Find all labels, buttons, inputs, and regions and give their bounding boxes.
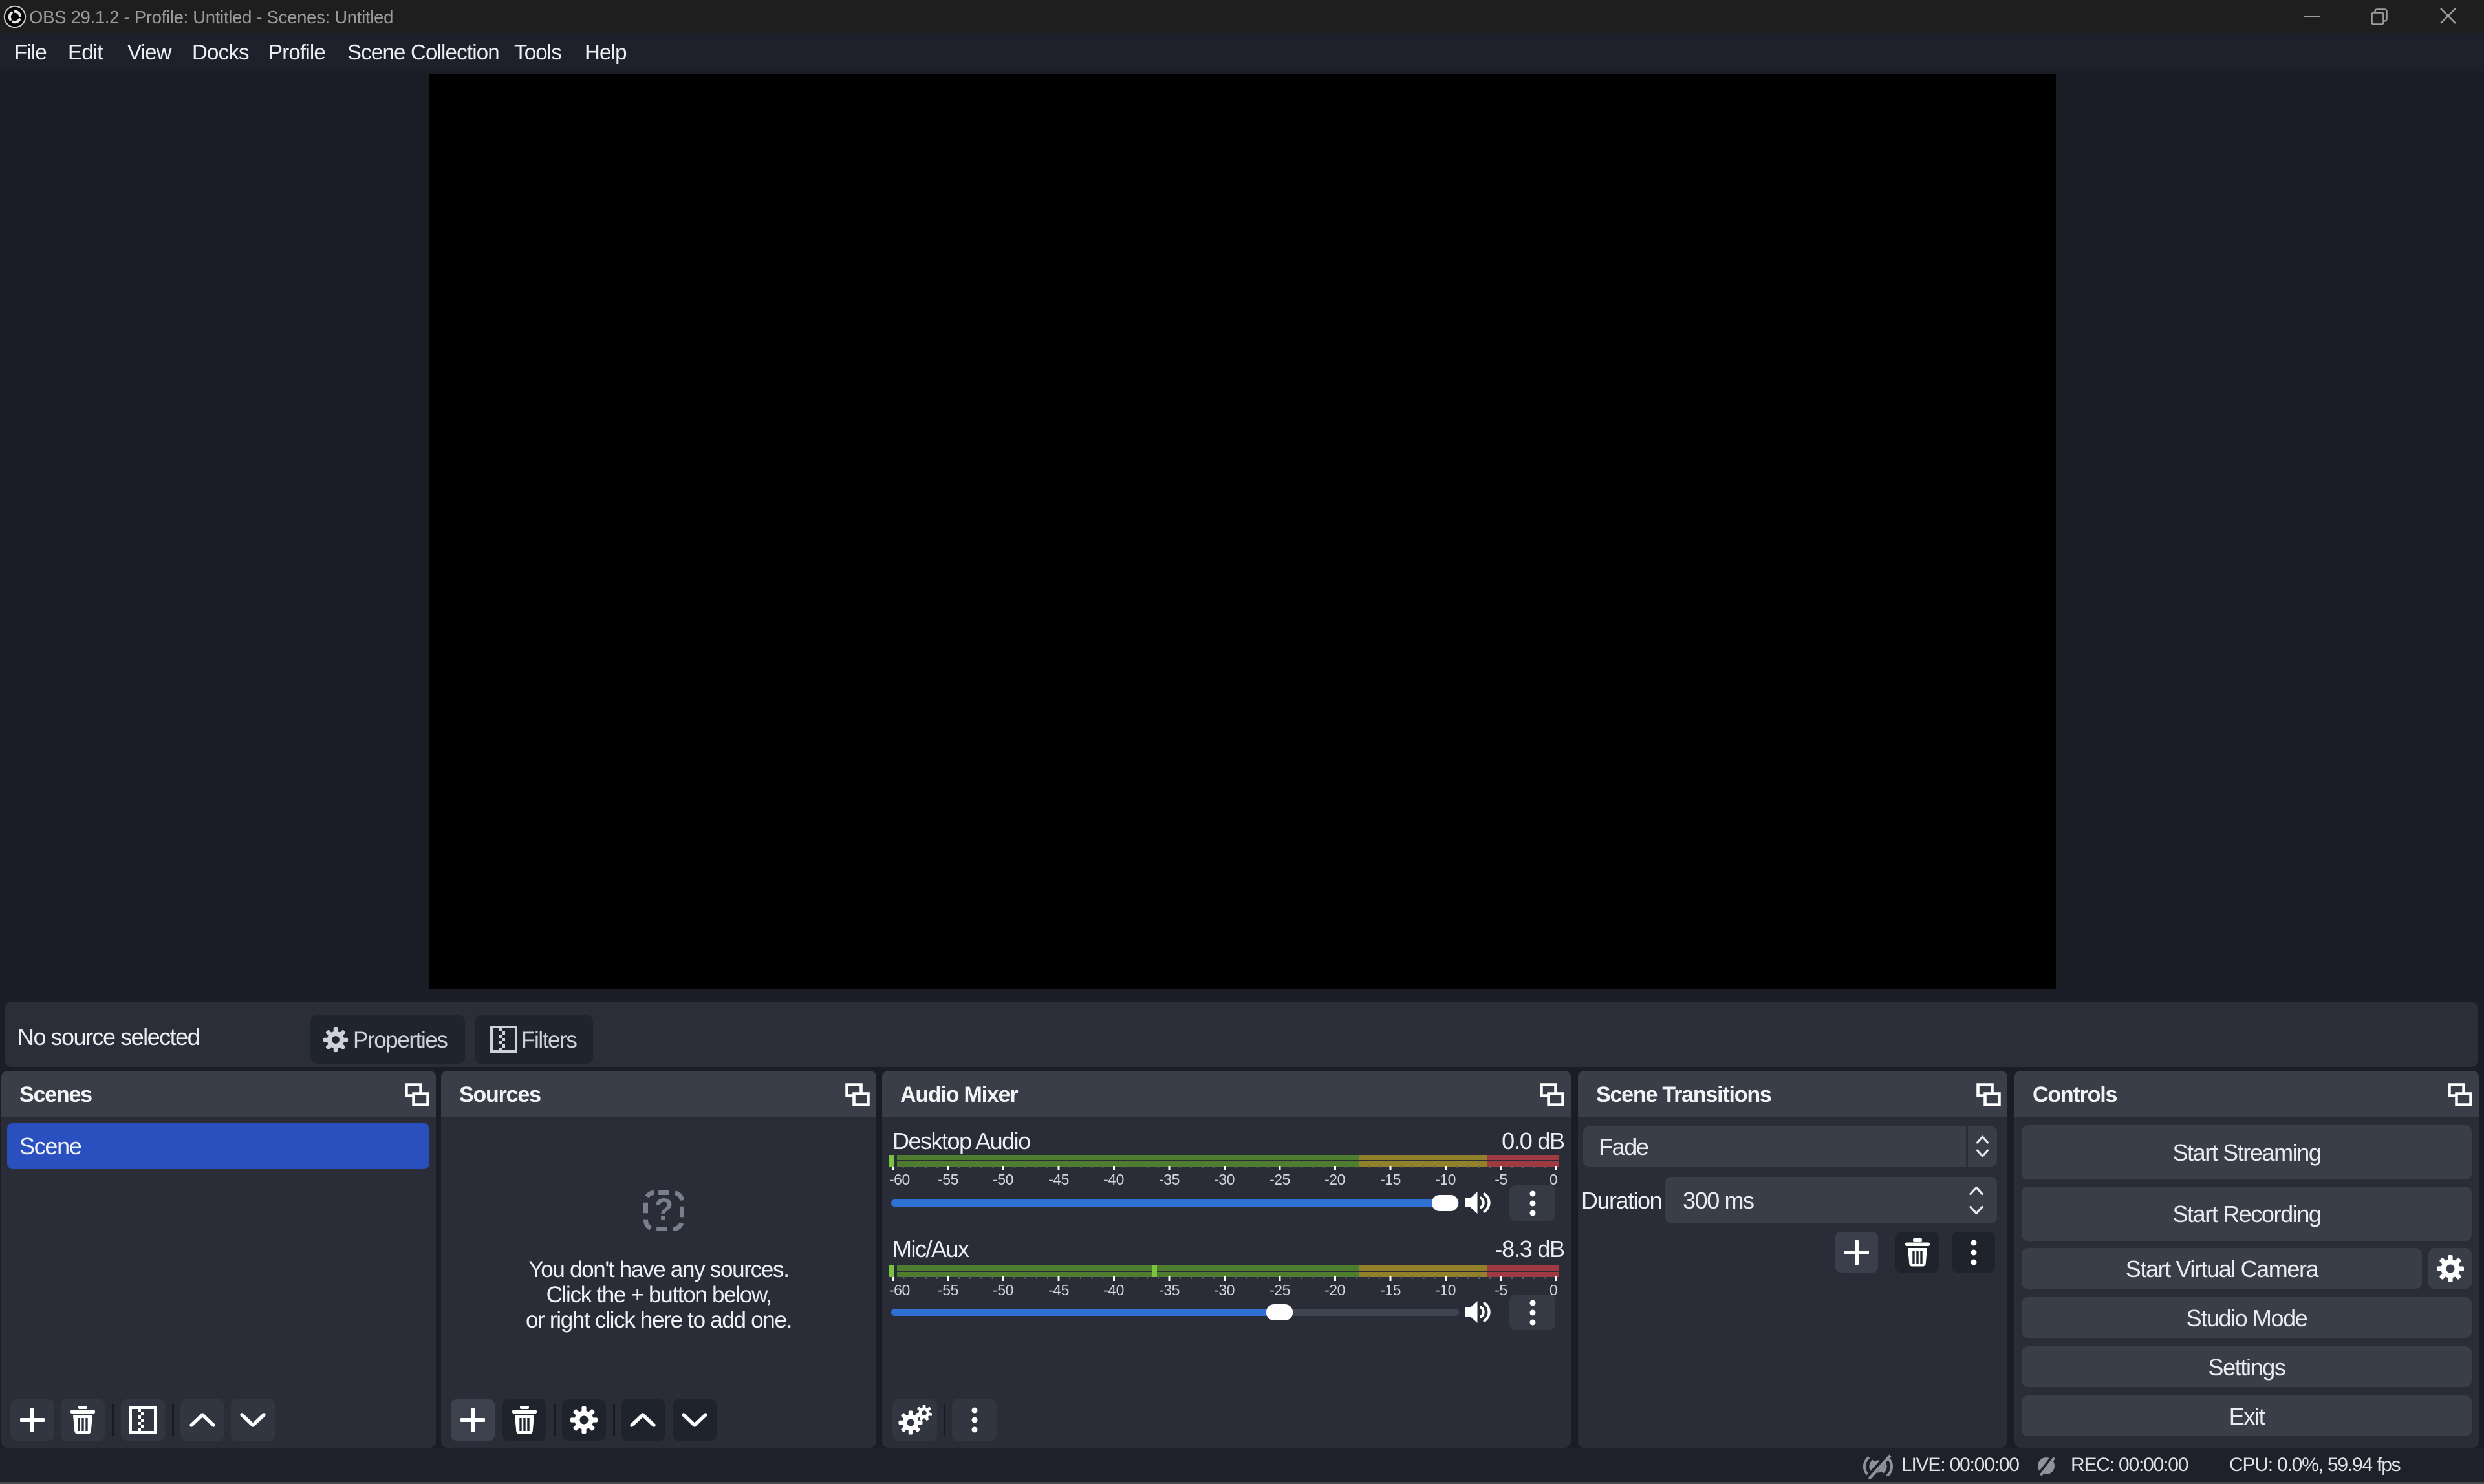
svg-text:?: ? — [654, 1193, 673, 1227]
